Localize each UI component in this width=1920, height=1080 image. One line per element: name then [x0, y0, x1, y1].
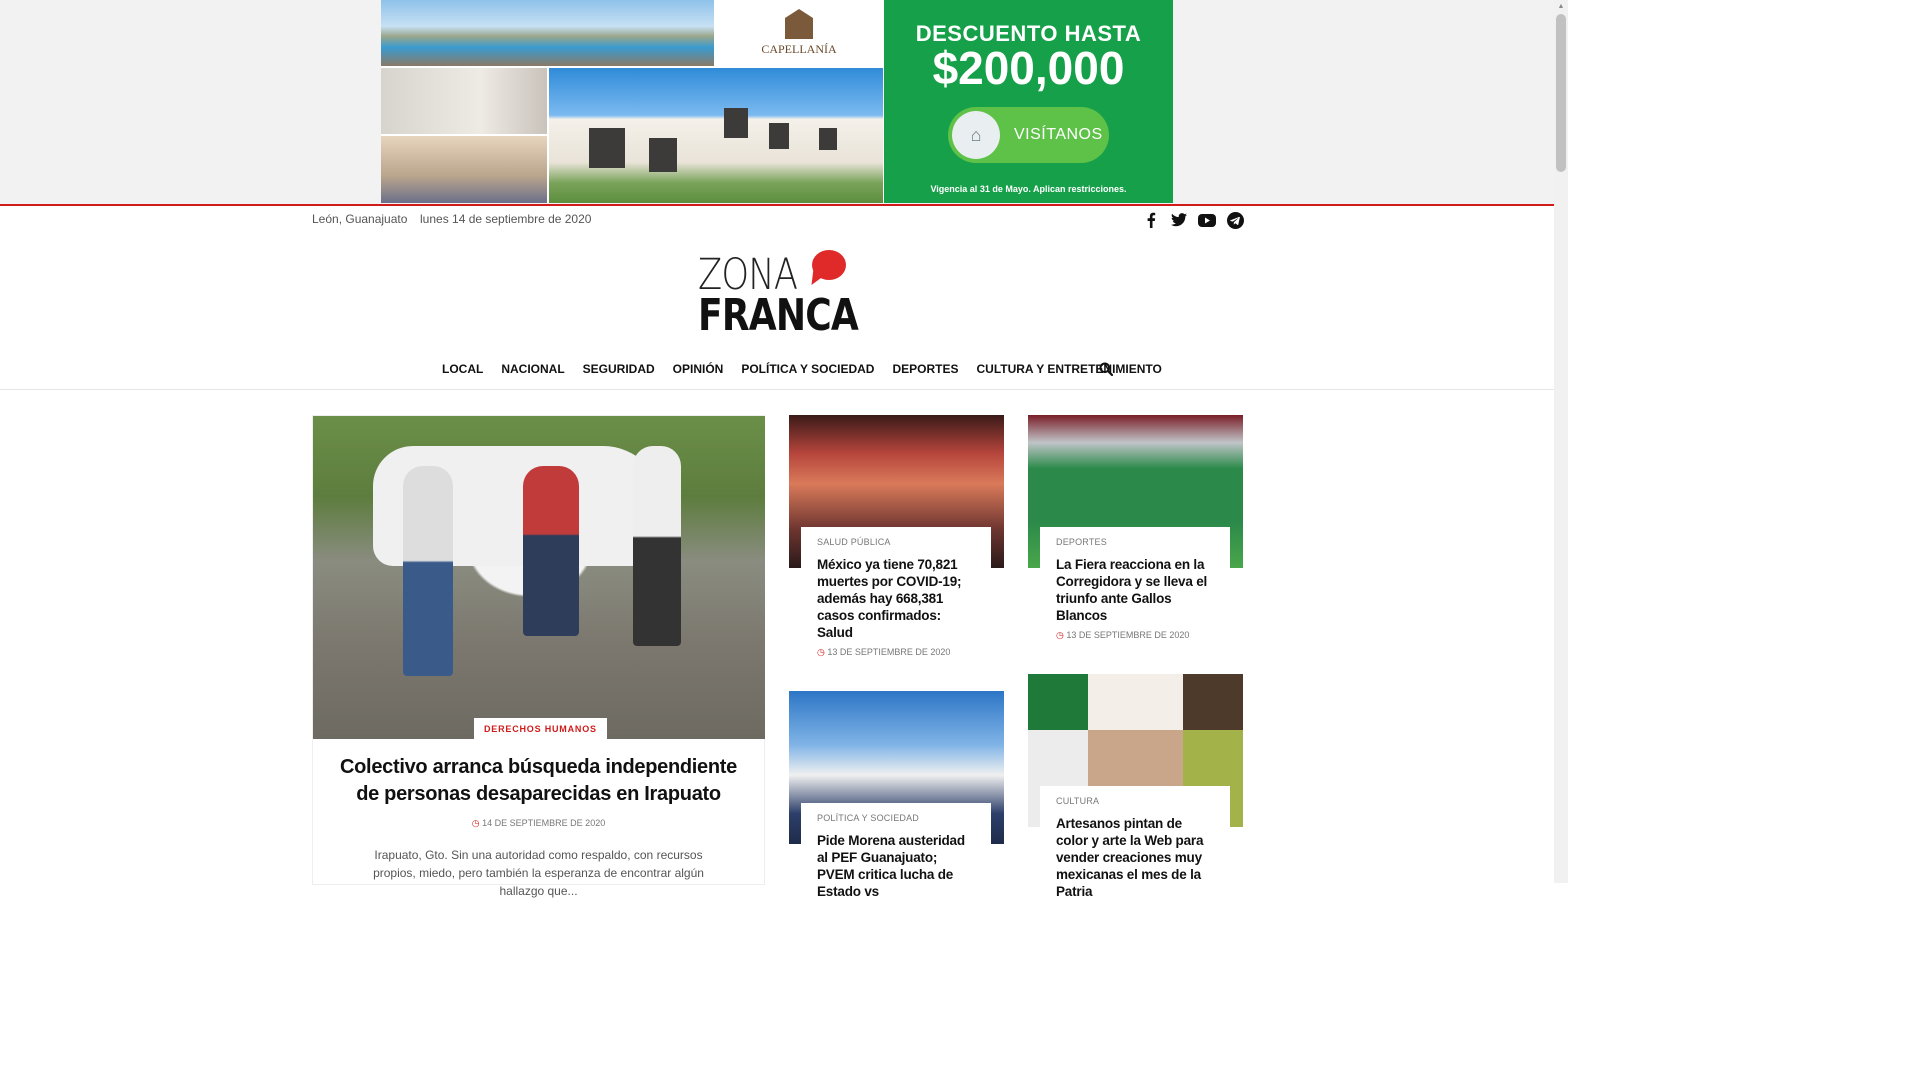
ad-photo-house: [549, 68, 883, 203]
ad-fine-print: Vigencia al 31 de Mayo. Aplican restricc…: [930, 184, 1127, 194]
article-card-body: DEPORTES La Fiera reacciona en la Correg…: [1040, 527, 1230, 649]
site-logo[interactable]: ZONA FRANCA: [698, 250, 859, 341]
article-card-body: CULTURA Artesanos pintan de color y arte…: [1040, 786, 1230, 908]
article-card-body: POLÍTICA Y SOCIEDAD Pide Morena austerid…: [801, 803, 991, 908]
featured-date: ◷ 14 DE SEPTIEMBRE DE 2020: [313, 818, 764, 829]
article-card-title[interactable]: México ya tiene 70,821 muertes por COVID…: [817, 556, 975, 641]
article-card-title[interactable]: La Fiera reacciona en la Corregidora y s…: [1056, 556, 1214, 624]
ad-photo-bedroom: [381, 68, 547, 134]
header-divider: [0, 204, 1554, 206]
ad-promo-panel: DESCUENTO HASTA $200,000 ⌂ VISÍTANOS Vig…: [884, 0, 1173, 203]
facebook-icon[interactable]: [1142, 211, 1160, 229]
nav-item-nacional[interactable]: NACIONAL: [501, 362, 564, 376]
nav-item-cultura[interactable]: CULTURA Y ENTRETENIMIENTO: [977, 362, 1162, 376]
nav-item-opinion[interactable]: OPINIÓN: [673, 362, 724, 376]
article-card-category[interactable]: SALUD PÚBLICA: [817, 537, 975, 547]
logo-line-2: FRANCA: [698, 290, 859, 341]
featured-image-person: [523, 466, 579, 636]
nav-item-seguridad[interactable]: SEGURIDAD: [583, 362, 655, 376]
article-card-title[interactable]: Artesanos pintan de color y arte la Web …: [1056, 815, 1214, 900]
article-card-category[interactable]: DEPORTES: [1056, 537, 1214, 547]
ad-cta-label: VISÍTANOS: [1014, 126, 1103, 143]
nav-item-deportes[interactable]: DEPORTES: [892, 362, 958, 376]
featured-excerpt: Irapuato, Gto. Sin una autoridad como re…: [373, 848, 704, 898]
article-card-title[interactable]: Pide Morena austeridad al PEF Guanajuato…: [817, 832, 975, 900]
nav-item-politica[interactable]: POLÍTICA Y SOCIEDAD: [741, 362, 874, 376]
ad-banner-area: CAPELLANÍA DESCUENTO HASTA $200,000 ⌂ VI…: [0, 0, 1554, 204]
article-card-category[interactable]: CULTURA: [1056, 796, 1214, 806]
main-nav: LOCAL NACIONAL SEGURIDAD OPINIÓN POLÍTIC…: [0, 356, 1554, 390]
clock-icon: ◷: [817, 647, 825, 657]
page-scrollbar[interactable]: ▲: [1554, 0, 1568, 883]
date-text: lunes 14 de septiembre de 2020: [420, 212, 592, 226]
ad-brand-logo: CAPELLANÍA: [715, 0, 883, 66]
featured-article[interactable]: DERECHOS HUMANOS Colectivo arranca búsqu…: [312, 415, 765, 898]
article-card-date-text: 13 DE SEPTIEMBRE DE 2020: [827, 647, 951, 657]
home-icon: ⌂: [952, 111, 1000, 159]
featured-image-person: [403, 466, 453, 676]
article-card-body: SALUD PÚBLICA México ya tiene 70,821 mue…: [801, 527, 991, 666]
featured-date-text: 14 DE SEPTIEMBRE DE 2020: [482, 818, 606, 828]
ad-photo-pool: [381, 0, 714, 66]
scroll-up-icon[interactable]: ▲: [1554, 0, 1568, 14]
clock-icon: ◷: [471, 818, 480, 828]
nav-item-local[interactable]: LOCAL: [442, 362, 483, 376]
ad-visit-button[interactable]: ⌂ VISÍTANOS: [948, 107, 1109, 163]
house-logo-icon: [785, 9, 813, 39]
youtube-icon[interactable]: [1198, 211, 1216, 229]
featured-title[interactable]: Colectivo arranca búsqueda independiente…: [333, 754, 744, 808]
top-bar: León, Guanajuato lunes 14 de septiembre …: [312, 211, 1244, 230]
article-card-date: ◷ 13 DE SEPTIEMBRE DE 2020: [1056, 630, 1214, 641]
social-links: [1142, 211, 1244, 229]
article-card-date-text: 13 DE SEPTIEMBRE DE 2020: [1066, 630, 1190, 640]
ad-photo-dining: [381, 136, 547, 203]
location-text: León, Guanajuato: [312, 212, 408, 226]
featured-category-tag[interactable]: DERECHOS HUMANOS: [474, 718, 607, 740]
twitter-icon[interactable]: [1170, 211, 1188, 229]
ad-banner[interactable]: CAPELLANÍA DESCUENTO HASTA $200,000 ⌂ VI…: [381, 0, 1173, 203]
featured-image[interactable]: [313, 416, 765, 739]
search-icon[interactable]: [1099, 362, 1113, 376]
scrollbar-thumb[interactable]: [1556, 14, 1566, 172]
article-card-category[interactable]: POLÍTICA Y SOCIEDAD: [817, 813, 975, 823]
clock-icon: ◷: [1056, 630, 1064, 640]
featured-image-person: [633, 446, 681, 646]
telegram-icon[interactable]: [1226, 211, 1244, 229]
ad-brand-name: CAPELLANÍA: [761, 42, 837, 56]
ad-headline-2: $200,000: [932, 42, 1125, 94]
article-card-date: ◷ 13 DE SEPTIEMBRE DE 2020: [817, 647, 975, 658]
